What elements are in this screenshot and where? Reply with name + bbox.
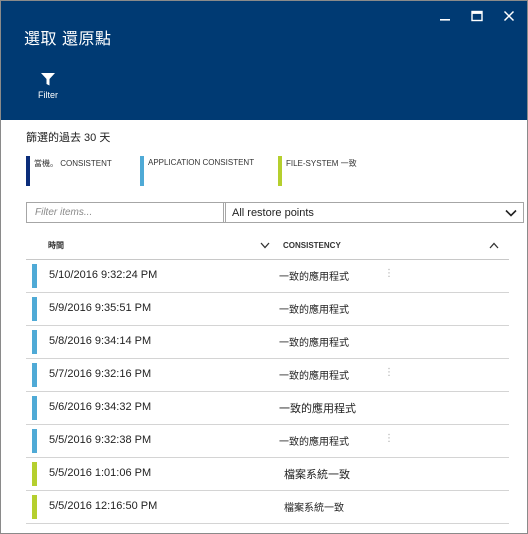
row-overflow: ⋮ <box>384 367 394 378</box>
restore-point-filter-dropdown[interactable]: All restore points <box>223 202 524 223</box>
close-icon <box>503 10 515 22</box>
maximize-button[interactable] <box>465 7 489 25</box>
legend-swatch <box>278 156 282 186</box>
blade-title: 選取 還原點 <box>24 31 112 48</box>
chevron-down-icon <box>260 242 270 248</box>
legend-label: APPLICATION CONSISTENT <box>148 158 255 167</box>
legend-label: 當機。 CONSISTENT <box>34 159 112 168</box>
table-row[interactable]: 5/6/2016 9:34:32 PM 一致的應用程式 <box>26 392 509 425</box>
row-consistency: 一致的應用程式 <box>279 403 356 415</box>
consistency-indicator <box>32 396 37 420</box>
row-time: 5/5/2016 12:16:50 PM <box>49 500 158 512</box>
chevron-down-icon <box>505 209 517 217</box>
filter-button[interactable]: Filter <box>33 73 63 100</box>
row-consistency: 一致的應用程式 <box>279 272 349 283</box>
table-row[interactable]: 5/5/2016 12:16:50 PM 檔案系統一致 <box>26 491 509 524</box>
legend-label: FILE-SYSTEM 一致 <box>286 159 357 168</box>
consistency-indicator <box>32 264 37 288</box>
legend-file-system-consistent: FILE-SYSTEM 一致 <box>278 156 357 186</box>
consistency-indicator <box>32 429 37 453</box>
row-consistency: 檔案系統一致 <box>284 469 350 481</box>
consistency-indicator <box>32 330 37 354</box>
row-time: 5/5/2016 1:01:06 PM <box>49 467 152 479</box>
filter-icon <box>41 73 55 86</box>
row-consistency: 一致的應用程式 <box>279 338 349 349</box>
column-header-consistency[interactable]: CONSISTENCY <box>283 231 499 259</box>
close-button[interactable] <box>497 7 521 25</box>
column-header-consistency-label: CONSISTENCY <box>283 240 341 250</box>
consistency-indicator <box>32 363 37 387</box>
consistency-indicator <box>32 297 37 321</box>
maximize-icon <box>471 10 483 22</box>
search-input[interactable] <box>26 202 226 223</box>
minimize-icon <box>440 19 450 21</box>
table-row[interactable]: 5/5/2016 9:32:38 PM 一致的應用程式 ⋮ <box>26 425 509 458</box>
consistency-indicator <box>32 462 37 486</box>
table-row[interactable]: 5/5/2016 1:01:06 PM 檔案系統一致 <box>26 458 509 491</box>
legend-swatch <box>26 156 30 186</box>
legend-crash-consistent: 當機。 CONSISTENT <box>26 156 112 186</box>
row-time: 5/8/2016 9:34:14 PM <box>49 335 152 347</box>
row-consistency: 一致的應用程式 <box>279 371 349 382</box>
row-time: 5/7/2016 9:32:16 PM <box>49 368 152 380</box>
column-header-time[interactable]: 時間 <box>48 231 270 259</box>
row-consistency: 一致的應用程式 <box>279 305 349 316</box>
window-controls <box>425 7 521 25</box>
row-consistency: 一致的應用程式 <box>279 437 349 448</box>
minimize-button[interactable] <box>433 7 457 25</box>
restore-point-blade: 選取 還原點 Filter 篩選的過去 30 天 當機。 CONSISTENT … <box>0 0 528 534</box>
row-time: 5/5/2016 9:32:38 PM <box>49 434 152 446</box>
filter-summary: 篩選的過去 30 天 <box>26 132 111 144</box>
row-time: 5/10/2016 9:32:24 PM <box>49 269 158 281</box>
row-consistency: 檔案系統一致 <box>284 503 344 514</box>
table-row[interactable]: 5/7/2016 9:32:16 PM 一致的應用程式 ⋮ <box>26 359 509 392</box>
blade-header: 選取 還原點 Filter <box>1 1 527 120</box>
chevron-up-icon <box>489 242 499 248</box>
dropdown-selected-value: All restore points <box>232 206 314 219</box>
row-overflow: ⋮ <box>384 433 394 444</box>
legend-swatch <box>140 156 144 186</box>
filter-label: Filter <box>38 90 58 100</box>
consistency-indicator <box>32 495 37 519</box>
table-row[interactable]: 5/8/2016 9:34:14 PM 一致的應用程式 <box>26 326 509 359</box>
row-time: 5/9/2016 9:35:51 PM <box>49 302 152 314</box>
column-header-time-label: 時間 <box>48 240 64 250</box>
table-row[interactable]: 5/10/2016 9:32:24 PM 一致的應用程式 ⋮ <box>26 260 509 293</box>
row-overflow: ⋮ <box>384 268 394 279</box>
legend-application-consistent: APPLICATION CONSISTENT <box>140 156 254 186</box>
row-time: 5/6/2016 9:34:32 PM <box>49 401 152 413</box>
table-row[interactable]: 5/9/2016 9:35:51 PM 一致的應用程式 <box>26 293 509 326</box>
